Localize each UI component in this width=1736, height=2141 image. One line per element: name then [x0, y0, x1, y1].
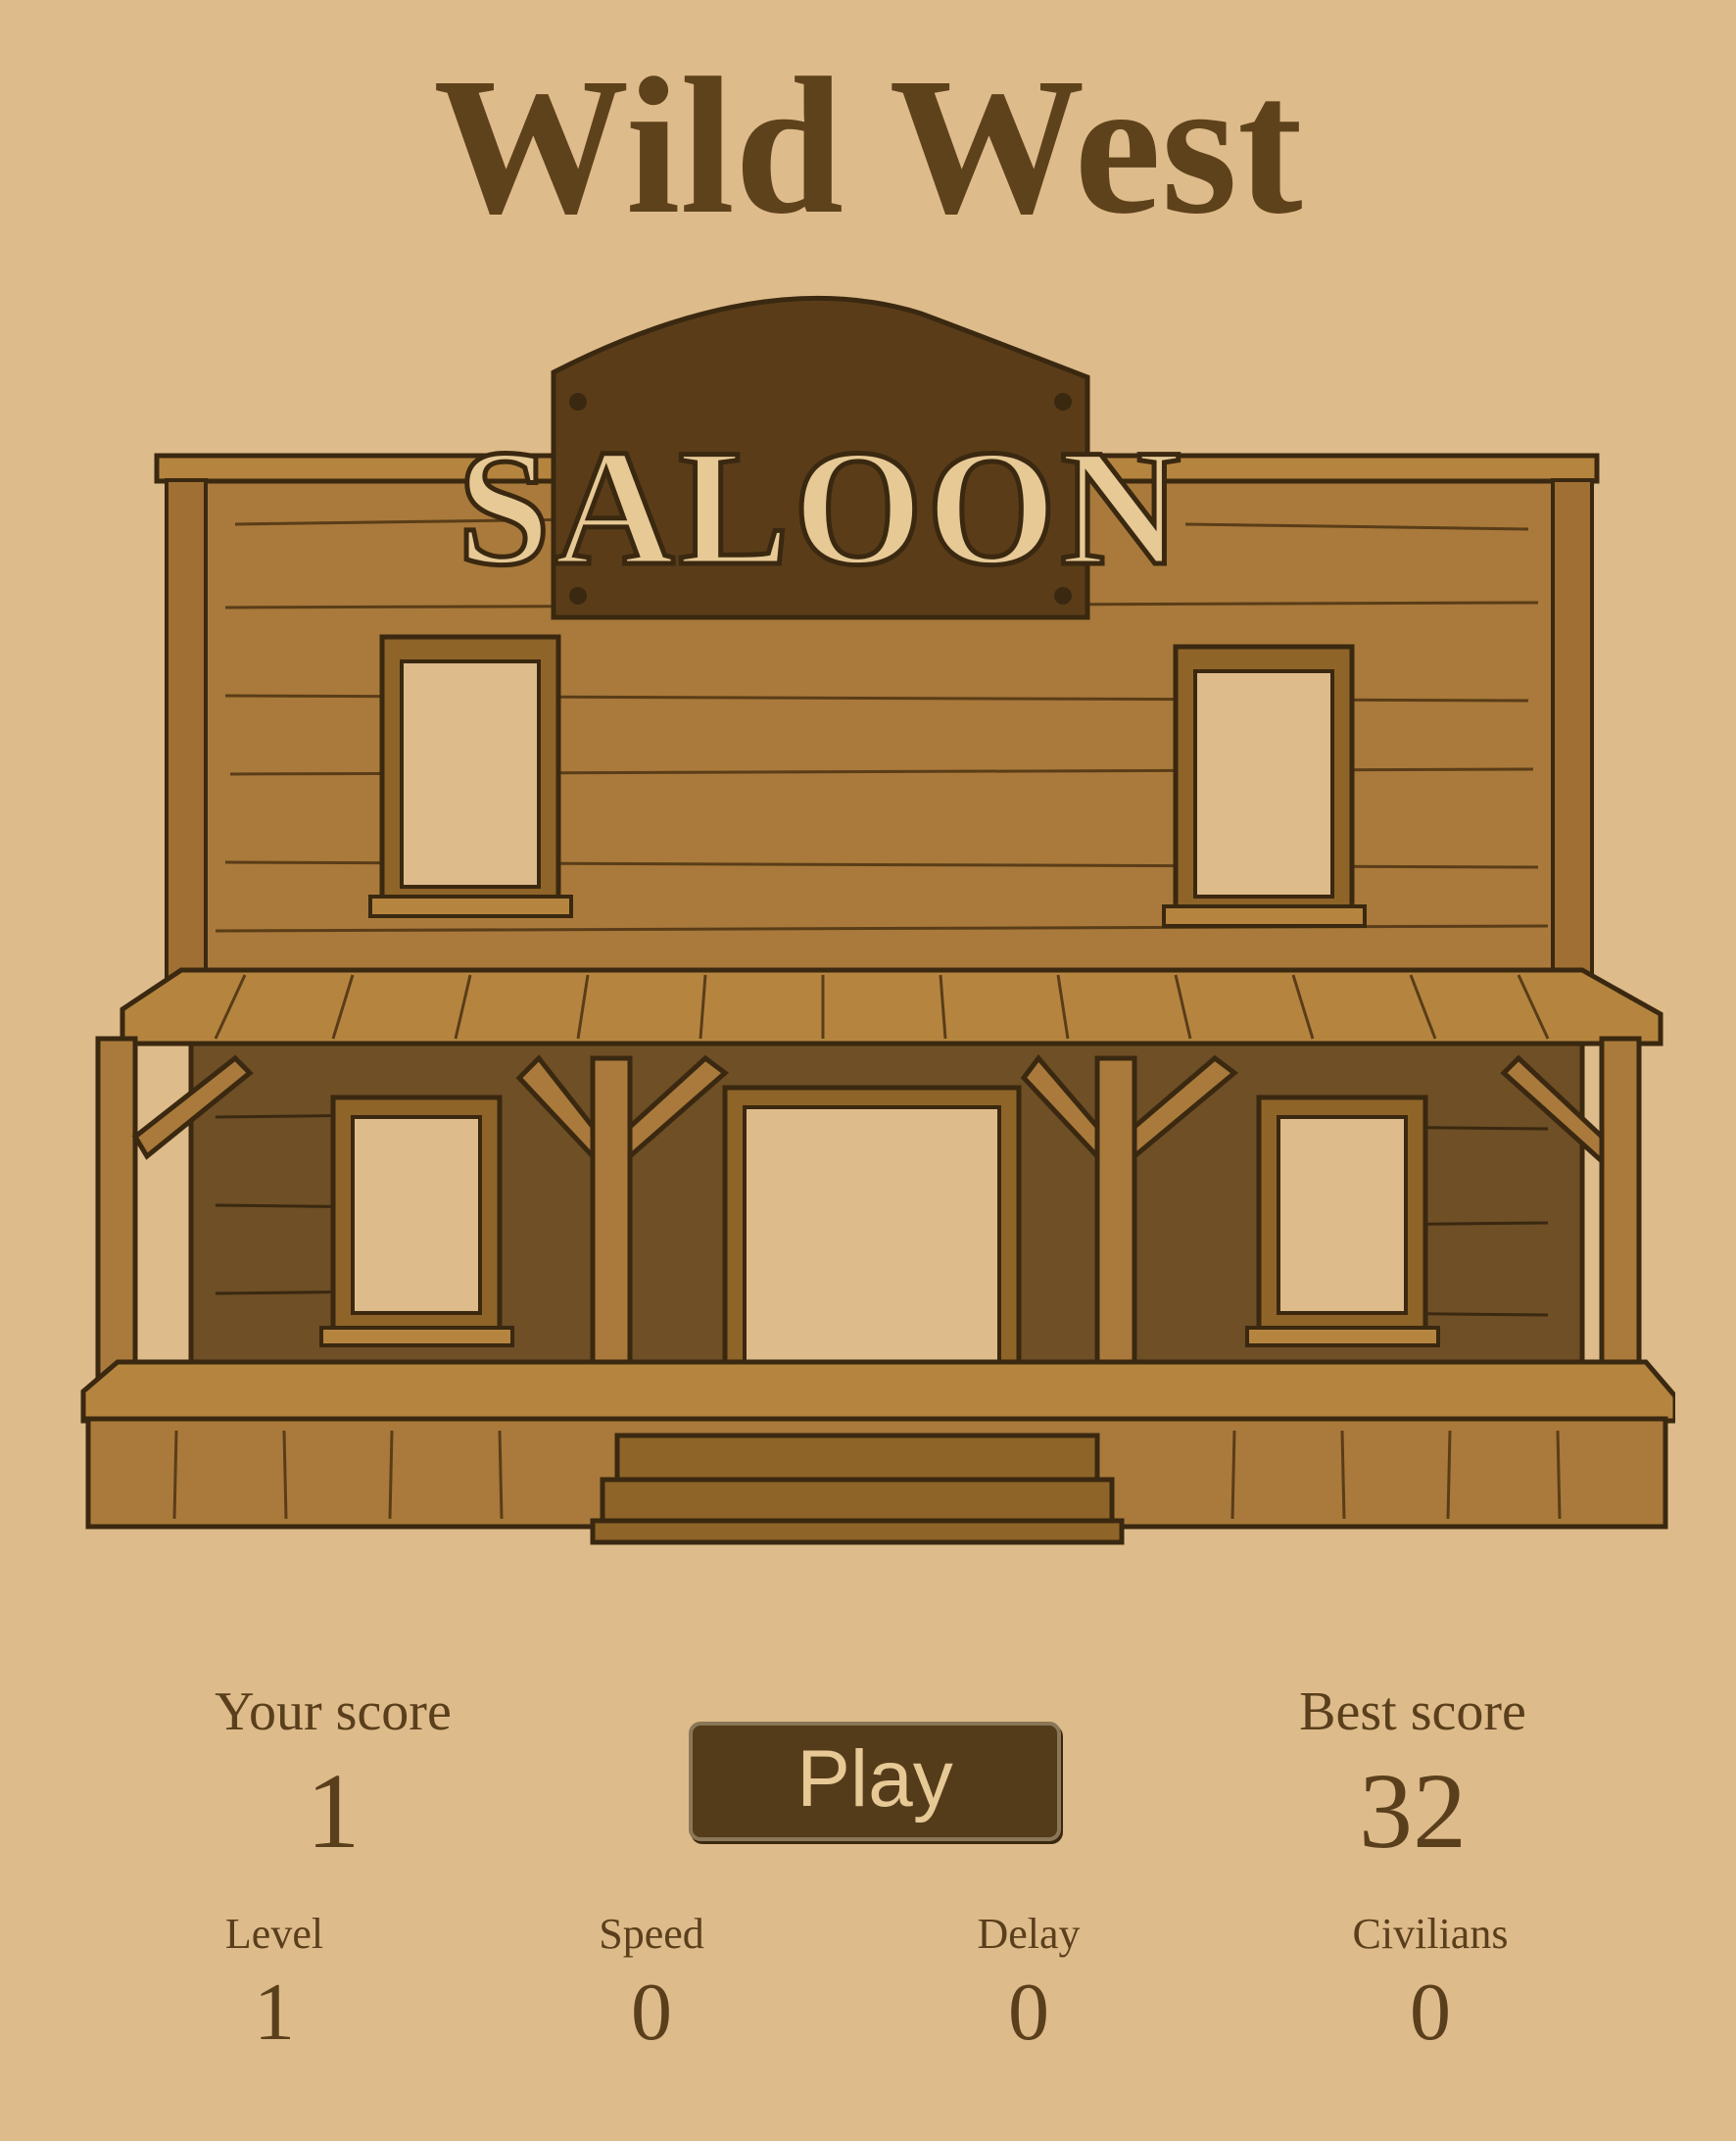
level-value: 1 [254, 1967, 295, 2058]
porch-roof [120, 967, 1664, 1046]
saloon-sign: SALOON [456, 295, 1184, 620]
your-score-value: 1 [306, 1751, 361, 1871]
saloon-door [722, 1085, 1022, 1385]
lower-window-right [1245, 1095, 1440, 1347]
play-button[interactable]: Play [689, 1722, 1061, 1841]
civilians-value: 0 [1410, 1967, 1451, 2058]
lower-window-left [319, 1095, 514, 1347]
delay-value: 0 [1008, 1967, 1049, 2058]
best-score-value: 32 [1359, 1751, 1467, 1871]
saloon-building: SALOON [80, 295, 1675, 1545]
civilians-label: Civilians [1352, 1910, 1509, 1958]
best-score-label: Best score [1299, 1681, 1526, 1742]
upper-window-right [1162, 644, 1367, 928]
game-title: Wild West [433, 38, 1303, 255]
your-score-label: Your score [215, 1681, 452, 1742]
game-screen: Wild West SALOON Your score 1 Best score… [0, 0, 1736, 2141]
speed-label: Speed [599, 1910, 704, 1958]
saloon-sign-text: SALOON [458, 415, 1184, 600]
level-label: Level [224, 1910, 324, 1958]
delay-label: Delay [977, 1910, 1081, 1958]
porch-steps [590, 1433, 1125, 1545]
speed-value: 0 [631, 1967, 672, 2058]
upper-window-left [368, 634, 573, 918]
